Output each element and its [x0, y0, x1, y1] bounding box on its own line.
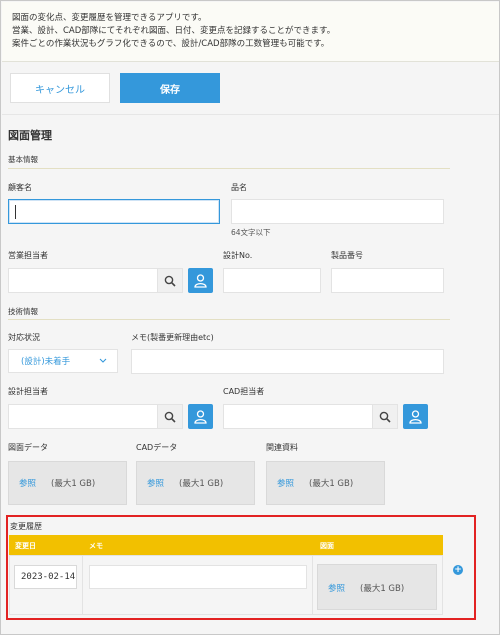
status-label: 対応状況 [8, 333, 40, 342]
product-no-input[interactable] [331, 268, 444, 293]
design-no-input[interactable] [223, 268, 321, 293]
history-table-header: 変更日 メモ 図面 [9, 535, 443, 555]
customer-name-input[interactable] [8, 199, 220, 224]
column-divider [82, 556, 83, 614]
history-drawing-upload: 参照 (最大1 GB) [317, 564, 437, 610]
description-line-1: 図面の変化点、変更履歴を管理できるアプリです。 [12, 13, 207, 23]
form-title: 図面管理 [8, 129, 52, 142]
designer-input[interactable] [8, 404, 158, 429]
sales-person-label: 営業担当者 [8, 251, 48, 260]
user-icon [194, 410, 207, 424]
description-line-3: 案件ごとの作業状況もグラフ化できるので、設計/CAD部隊の工数管理も可能です。 [12, 39, 330, 49]
app-description-banner: 図面の変化点、変更履歴を管理できるアプリです。 営業、設計、CAD部隊にてそれぞ… [2, 2, 499, 62]
sales-person-search-button[interactable] [157, 268, 183, 293]
section-basic-label: 基本情報 [8, 155, 38, 164]
product-name-input[interactable] [231, 199, 444, 224]
text-caret [15, 205, 16, 219]
memo-input[interactable] [131, 349, 444, 374]
drawing-data-max-size: (最大1 GB) [51, 479, 96, 489]
cad-person-search-button[interactable] [372, 404, 398, 429]
product-name-hint: 64文字以下 [231, 228, 271, 237]
cancel-button[interactable]: キャンセル [10, 73, 110, 103]
drawing-data-upload: 参照 (最大1 GB) [8, 461, 127, 505]
user-icon [194, 274, 207, 288]
history-drawing-max-size: (最大1 GB) [360, 584, 405, 594]
column-drawing-header: 図面 [320, 542, 334, 550]
status-select[interactable]: (設計)未着手 [8, 349, 118, 373]
customer-name-label: 顧客名 [8, 183, 32, 192]
cad-data-label: CADデータ [136, 443, 178, 452]
designer-search-button[interactable] [157, 404, 183, 429]
cad-data-browse-link[interactable]: 参照 [147, 477, 164, 489]
designer-pick-button[interactable] [188, 404, 213, 429]
status-select-value: (設計)未着手 [21, 357, 71, 367]
related-docs-label: 関連資料 [266, 443, 298, 452]
drawing-data-label: 図面データ [8, 443, 48, 452]
section-tech-label: 技術情報 [8, 307, 38, 316]
related-docs-upload: 参照 (最大1 GB) [266, 461, 385, 505]
section-tech-divider [8, 319, 450, 320]
designer-label: 設計担当者 [8, 387, 48, 396]
history-drawing-browse-link[interactable]: 参照 [328, 582, 345, 594]
cad-person-input[interactable] [223, 404, 373, 429]
change-date-input[interactable]: 2023-02-14 [14, 565, 77, 589]
search-icon [379, 411, 391, 423]
column-divider [312, 556, 313, 614]
save-button[interactable]: 保存 [120, 73, 220, 103]
design-no-label: 設計No. [223, 251, 253, 260]
sales-person-pick-button[interactable] [188, 268, 213, 293]
cad-data-max-size: (最大1 GB) [179, 479, 224, 489]
change-memo-input[interactable] [89, 565, 307, 589]
section-basic-divider [8, 168, 450, 169]
chevron-down-icon [99, 358, 107, 363]
search-icon [164, 275, 176, 287]
product-name-label: 品名 [231, 183, 247, 192]
memo-label: メモ(製番更新理由etc) [131, 333, 214, 342]
action-toolbar: キャンセル 保存 [2, 63, 499, 115]
table-row: 2023-02-14 参照 (最大1 GB) [9, 555, 443, 615]
column-memo-header: メモ [89, 542, 103, 550]
plus-circle-icon[interactable]: + [453, 565, 463, 575]
related-docs-max-size: (最大1 GB) [309, 479, 354, 489]
cad-person-label: CAD担当者 [223, 387, 265, 396]
related-docs-browse-link[interactable]: 参照 [277, 477, 294, 489]
description-line-2: 営業、設計、CAD部隊にてそれぞれ図面、日付、変更点を記録することができます。 [12, 26, 336, 36]
cad-person-pick-button[interactable] [403, 404, 428, 429]
cad-data-upload: 参照 (最大1 GB) [136, 461, 255, 505]
drawing-form: 図面管理 基本情報 顧客名 品名 64文字以下 営業担当者 設計No. 製品番号 [2, 116, 499, 634]
sales-person-input[interactable] [8, 268, 158, 293]
user-icon [409, 410, 422, 424]
column-date-header: 変更日 [15, 542, 36, 550]
app-window: 図面の変化点、変更履歴を管理できるアプリです。 営業、設計、CAD部隊にてそれぞ… [0, 0, 500, 635]
drawing-data-browse-link[interactable]: 参照 [19, 477, 36, 489]
search-icon [164, 411, 176, 423]
product-no-label: 製品番号 [331, 251, 363, 260]
change-history-label: 変更履歴 [10, 522, 42, 531]
